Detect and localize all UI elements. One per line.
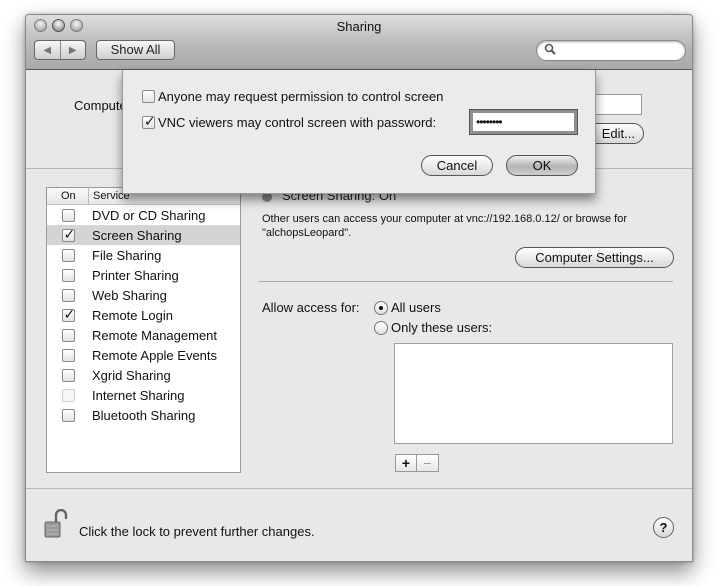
service-checkbox-cell bbox=[47, 248, 89, 262]
checkmark-icon: ✓ bbox=[63, 225, 76, 242]
service-row[interactable]: ✓ Screen Sharing bbox=[47, 225, 240, 245]
allow-access-label: Allow access for: bbox=[262, 300, 360, 315]
service-checkbox-cell bbox=[47, 348, 89, 362]
service-row[interactable]: ✓ Remote Login bbox=[47, 305, 240, 325]
service-checkbox-cell bbox=[47, 288, 89, 302]
service-checkbox[interactable]: ✓ bbox=[61, 305, 76, 322]
divider bbox=[259, 281, 673, 282]
service-checkbox-cell bbox=[47, 388, 89, 402]
radio-only-these-users[interactable]: Only these users: bbox=[374, 320, 492, 335]
forward-button[interactable]: ▶ bbox=[61, 41, 86, 59]
service-checkbox[interactable] bbox=[61, 248, 75, 262]
service-checkbox[interactable] bbox=[61, 268, 75, 282]
sharing-window: Sharing ◀ ▶ Show All Computer Name: alch… bbox=[25, 14, 693, 562]
remove-user-button[interactable]: − bbox=[417, 454, 439, 472]
computer-settings-button[interactable]: Computer Settings... bbox=[515, 247, 674, 268]
lock-message: Click the lock to prevent further change… bbox=[79, 524, 315, 539]
add-remove-control: + − bbox=[395, 454, 439, 472]
radio-selected-icon[interactable] bbox=[374, 300, 388, 315]
option-vnc-password[interactable]: ✓ VNC viewers may control screen with pa… bbox=[142, 113, 437, 130]
back-arrow-icon: ◀ bbox=[43, 44, 52, 56]
service-row[interactable]: Printer Sharing bbox=[47, 265, 240, 285]
service-checkbox-cell: ✓ bbox=[47, 305, 89, 322]
search-icon bbox=[544, 43, 556, 58]
screen-sharing-description: Other users can access your computer at … bbox=[262, 213, 628, 239]
radio-all-users-label: All users bbox=[391, 300, 441, 315]
service-checkbox bbox=[61, 388, 75, 402]
radio-unselected-icon[interactable] bbox=[374, 320, 388, 335]
option-request-permission-label: Anyone may request permission to control… bbox=[158, 89, 444, 104]
checkmark-icon: ✓ bbox=[63, 305, 76, 322]
footer-divider bbox=[26, 488, 692, 489]
service-checkbox-cell bbox=[47, 268, 89, 282]
service-label: Remote Apple Events bbox=[92, 347, 218, 363]
service-checkbox[interactable] bbox=[61, 368, 75, 382]
service-label: DVD or CD Sharing bbox=[92, 207, 206, 223]
forward-arrow-icon: ▶ bbox=[68, 44, 77, 56]
ok-button[interactable]: OK bbox=[506, 155, 578, 176]
search-field[interactable] bbox=[536, 40, 686, 61]
service-checkbox-cell bbox=[47, 368, 89, 382]
screen-sharing-options-sheet: Anyone may request permission to control… bbox=[122, 70, 596, 194]
service-checkbox-cell bbox=[47, 208, 89, 222]
service-label: Screen Sharing bbox=[92, 227, 182, 243]
service-checkbox[interactable] bbox=[61, 328, 75, 342]
services-list: On Service DVD or CD Sharing ✓ Screen Shar… bbox=[46, 187, 241, 473]
service-label: Bluetooth Sharing bbox=[92, 407, 196, 423]
back-button[interactable]: ◀ bbox=[35, 41, 61, 59]
service-checkbox[interactable] bbox=[61, 288, 75, 302]
cancel-button[interactable]: Cancel bbox=[421, 155, 493, 176]
service-checkbox-cell bbox=[47, 408, 89, 422]
allowed-users-list[interactable] bbox=[394, 343, 673, 444]
service-checkbox[interactable] bbox=[61, 408, 75, 422]
help-button[interactable]: ? bbox=[653, 517, 674, 538]
service-label: File Sharing bbox=[92, 247, 162, 263]
window-title: Sharing bbox=[336, 19, 382, 34]
show-all-button[interactable]: Show All bbox=[96, 40, 175, 60]
column-header-on[interactable]: On bbox=[47, 188, 89, 204]
service-label: Printer Sharing bbox=[92, 267, 179, 283]
service-row[interactable]: Bluetooth Sharing bbox=[47, 405, 240, 425]
service-row[interactable]: Xgrid Sharing bbox=[47, 365, 240, 385]
service-label: Xgrid Sharing bbox=[92, 367, 171, 383]
service-checkbox-cell bbox=[47, 328, 89, 342]
service-checkbox[interactable] bbox=[61, 348, 75, 362]
vnc-password-field[interactable]: •••••••• bbox=[469, 109, 578, 135]
checkbox[interactable] bbox=[142, 90, 155, 103]
service-checkbox[interactable]: ✓ bbox=[61, 225, 76, 242]
service-label: Internet Sharing bbox=[92, 387, 185, 403]
service-row[interactable]: DVD or CD Sharing bbox=[47, 205, 240, 225]
service-row[interactable]: Remote Apple Events bbox=[47, 345, 240, 365]
service-row[interactable]: Web Sharing bbox=[47, 285, 240, 305]
back-forward-control: ◀ ▶ bbox=[34, 40, 86, 60]
lock-open-icon[interactable] bbox=[43, 508, 71, 539]
add-user-button[interactable]: + bbox=[395, 454, 417, 472]
option-request-permission[interactable]: Anyone may request permission to control… bbox=[142, 89, 443, 104]
radio-all-users[interactable]: All users bbox=[374, 300, 441, 315]
service-checkbox[interactable] bbox=[61, 208, 75, 222]
service-label: Web Sharing bbox=[92, 287, 167, 303]
service-label: Remote Management bbox=[92, 327, 218, 343]
service-row[interactable]: Remote Management bbox=[47, 325, 240, 345]
option-vnc-password-label: VNC viewers may control screen with pass… bbox=[158, 115, 437, 130]
checkmark-icon: ✓ bbox=[144, 113, 156, 129]
radio-only-users-label: Only these users: bbox=[391, 320, 493, 335]
service-checkbox-cell: ✓ bbox=[47, 225, 89, 242]
service-row[interactable]: File Sharing bbox=[47, 245, 240, 265]
checkbox[interactable]: ✓ bbox=[142, 113, 156, 129]
service-row[interactable]: Internet Sharing bbox=[47, 385, 240, 405]
service-label: Remote Login bbox=[92, 307, 173, 323]
toolbar: Sharing ◀ ▶ Show All bbox=[26, 15, 692, 70]
